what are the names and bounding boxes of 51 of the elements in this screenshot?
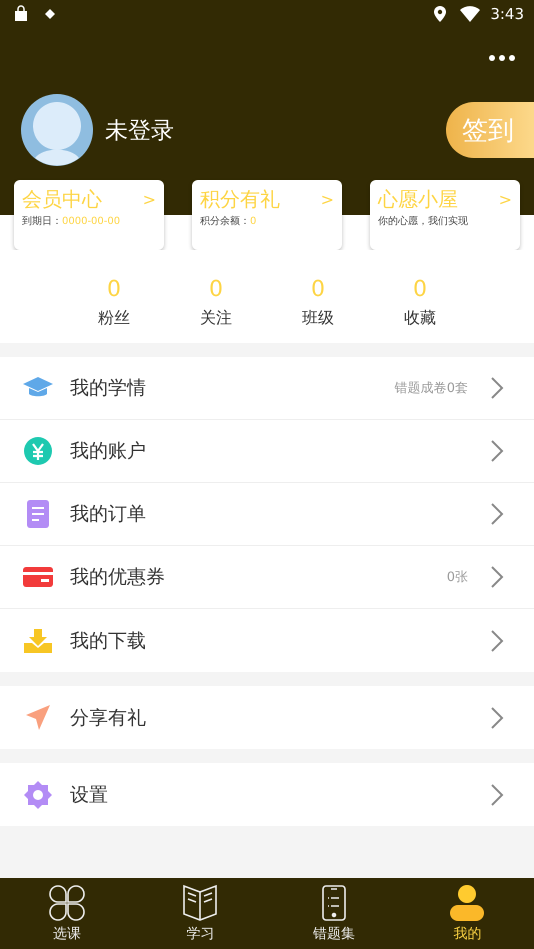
person-icon [448,884,486,922]
card-title: 会员中心 [22,186,102,213]
menu-item[interactable]: 我的订单 [0,483,534,546]
chevron-icon: > [498,190,512,209]
location-icon [434,6,446,22]
stat-label[interactable]: 粉丝 [98,308,130,329]
avatar-icon[interactable] [21,94,93,166]
clover-icon [48,884,86,922]
feature-card[interactable]: 会员中心 > 到期日：0000-00-00 [14,180,164,250]
menu-note: 0张 [446,569,468,586]
bag-icon [12,5,30,23]
card-value: 0000-00-00 [62,216,120,227]
menu-item[interactable]: 我的账户 [0,420,534,483]
chevron-icon [490,782,504,806]
tab[interactable]: 错题集 [267,878,400,949]
stat-label[interactable]: 收藏 [404,308,436,329]
menu-item[interactable]: 分享有礼 [0,686,534,749]
chevron-icon: > [320,190,334,209]
menu-item[interactable]: 我的学情 错题成卷0套 [0,357,534,420]
tab[interactable]: 学习 [134,878,267,949]
status-time: 3:43 [490,5,524,23]
menu-item[interactable]: 我的优惠券 0张 [0,546,534,609]
stat-label[interactable]: 关注 [200,308,232,329]
chevron-icon [490,502,504,526]
diamond-icon [44,8,56,20]
chevron-icon: > [142,190,156,209]
card-label: 到期日： [22,216,62,227]
menu-item[interactable]: 设置 [0,763,534,826]
menu-note: 错题成卷0套 [394,380,468,397]
card-value: 0 [250,216,256,227]
menu-item[interactable]: 我的下载 [0,609,534,672]
tab[interactable]: 我的 [400,878,534,949]
card-title: 积分有礼 [200,186,280,213]
card-label: 你的心愿，我们实现 [378,216,468,227]
card-title: 心愿小屋 [378,186,458,213]
stat-label[interactable]: 班级 [302,308,334,329]
chevron-icon [490,628,504,652]
chevron-icon [490,376,504,400]
more-icon[interactable] [488,54,516,62]
yen-icon [22,435,54,467]
chevron-icon [490,706,504,730]
user-name: 未登录 [105,116,174,146]
wifi-icon [460,6,480,22]
chevron-icon [490,565,504,589]
chevron-icon [490,439,504,463]
feature-card[interactable]: 心愿小屋 > 你的心愿，我们实现 [370,180,520,250]
tab[interactable]: 选课 [0,878,134,949]
card-label: 积分余额： [200,216,250,227]
feature-card[interactable]: 积分有礼 > 积分余额：0 [192,180,342,250]
book-icon [181,884,220,922]
gear-icon [22,778,54,810]
